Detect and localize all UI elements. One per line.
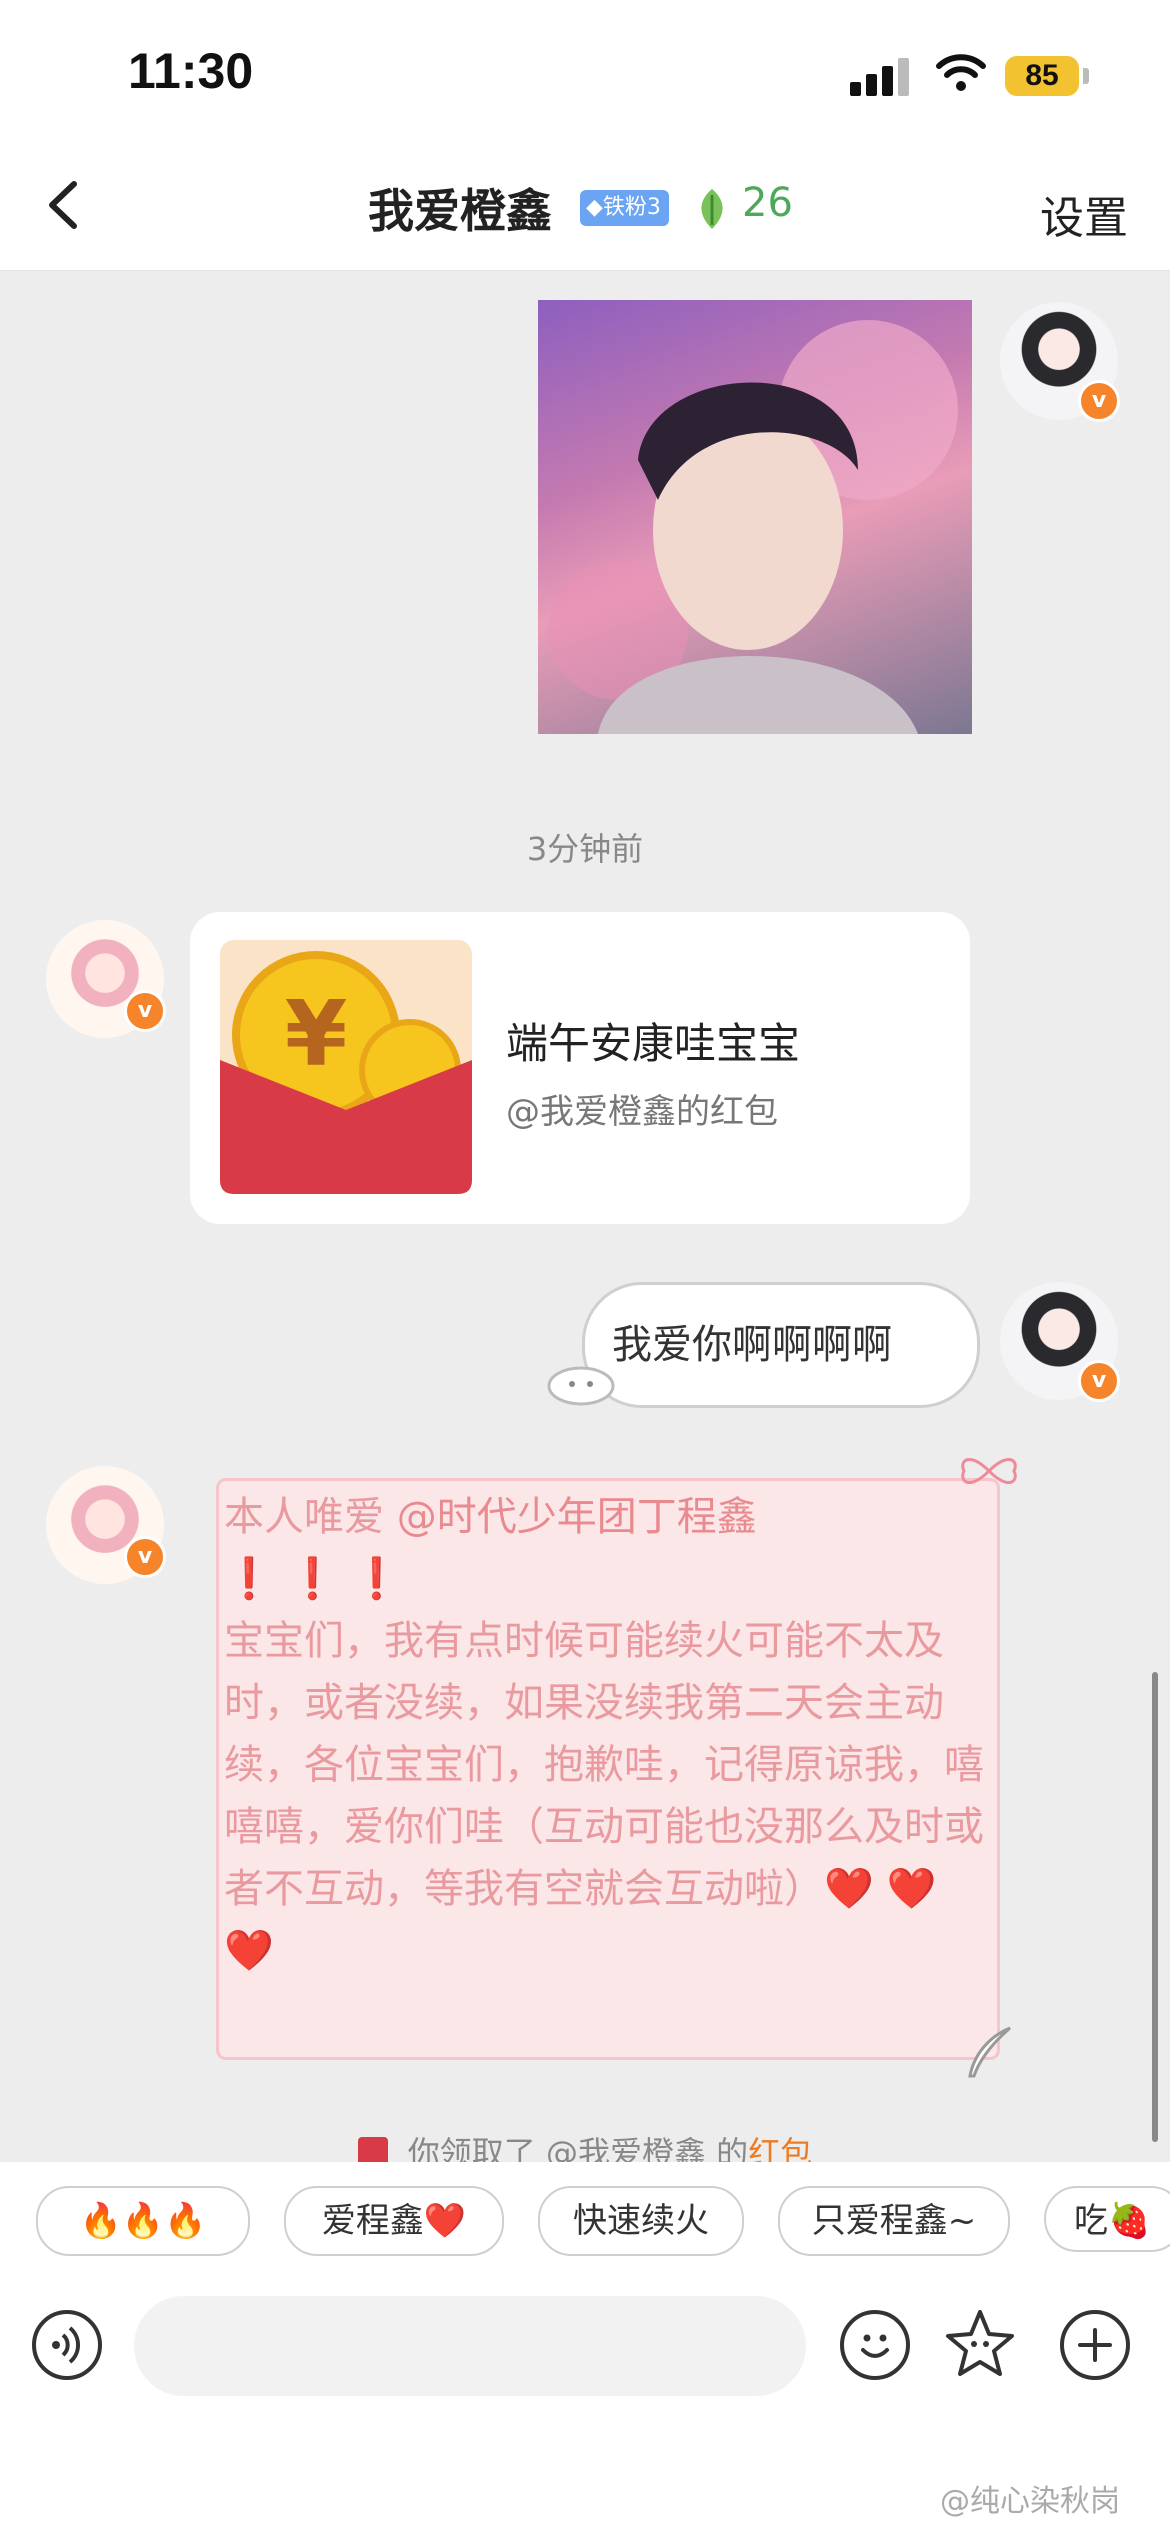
verified-badge-icon: v — [1078, 1360, 1120, 1402]
status-time: 11:30 — [128, 43, 254, 99]
verified-badge-icon: v — [124, 1536, 166, 1578]
back-button[interactable] — [30, 170, 100, 240]
battery-cap — [1083, 68, 1089, 84]
image-message[interactable] — [538, 300, 972, 734]
watermark: @纯心染秋岗 — [940, 2484, 1120, 2519]
red-packet-title: 端午安康哇宝宝 — [506, 1019, 801, 1068]
message-prefix: 本人唯爱 — [224, 1494, 384, 1540]
feather-pen-icon — [960, 2022, 1020, 2086]
settings-button[interactable]: 设置 — [1040, 182, 1128, 246]
svg-text:¥: ¥ — [285, 982, 348, 1087]
emoji-button[interactable] — [840, 2310, 910, 2380]
exclamation-marks: ❗ ❗ ❗ — [224, 1556, 402, 1602]
mention-link[interactable]: @时代少年团丁程鑫 — [397, 1494, 757, 1540]
message-input[interactable] — [134, 2296, 806, 2396]
message-timestamp: 3分钟前 — [526, 830, 644, 868]
quick-reply-chip[interactable]: 只爱程鑫~ — [778, 2186, 1010, 2256]
verified-badge-icon: v — [124, 990, 166, 1032]
battery-indicator: 85 — [1005, 56, 1079, 96]
fan-level-badge: ◆铁粉3 — [580, 190, 669, 226]
star-face-icon — [946, 2310, 1014, 2376]
chevron-left-icon — [49, 181, 77, 229]
quick-reply-chip[interactable]: 快速续火 — [538, 2186, 744, 2256]
smiley-icon — [861, 2334, 889, 2358]
voice-button[interactable] — [32, 2310, 102, 2380]
cellular-signal-icon — [850, 58, 914, 96]
cat-sticker-icon — [546, 1356, 616, 1410]
verified-badge-icon: v — [1078, 380, 1120, 422]
my-message-text: 我爱你啊啊啊啊 — [612, 1322, 892, 1368]
diamond-icon: ◆ — [586, 195, 603, 220]
friend-message-text: 本人唯爱 @时代少年团丁程鑫 ❗ ❗ ❗ 宝宝们，我有点时候可能续火可能不太及时，或… — [224, 1486, 984, 1982]
add-button[interactable] — [1060, 2310, 1130, 2380]
portrait-photo — [548, 320, 958, 734]
fan-badge-label: 铁粉3 — [602, 195, 661, 220]
red-packet-subtitle: @我爱橙鑫的红包 — [506, 1092, 778, 1132]
voice-icon — [52, 2326, 81, 2364]
plus-icon — [1078, 2328, 1112, 2362]
fire-count: 26 — [742, 180, 793, 226]
leaf-icon — [688, 185, 736, 237]
wifi-icon — [935, 52, 987, 96]
quick-reply-chip[interactable]: 爱程鑫❤️ — [284, 2186, 504, 2256]
quick-reply-chip[interactable]: 🔥🔥🔥 — [36, 2186, 250, 2256]
red-packet-icon: ¥ — [220, 940, 472, 1194]
quick-reply-chip[interactable]: 吃🍓 — [1044, 2186, 1170, 2252]
chat-title[interactable]: 我爱橙鑫 — [368, 175, 552, 241]
sticker-button[interactable] — [942, 2306, 1018, 2386]
scrollbar[interactable] — [1152, 1672, 1158, 2142]
